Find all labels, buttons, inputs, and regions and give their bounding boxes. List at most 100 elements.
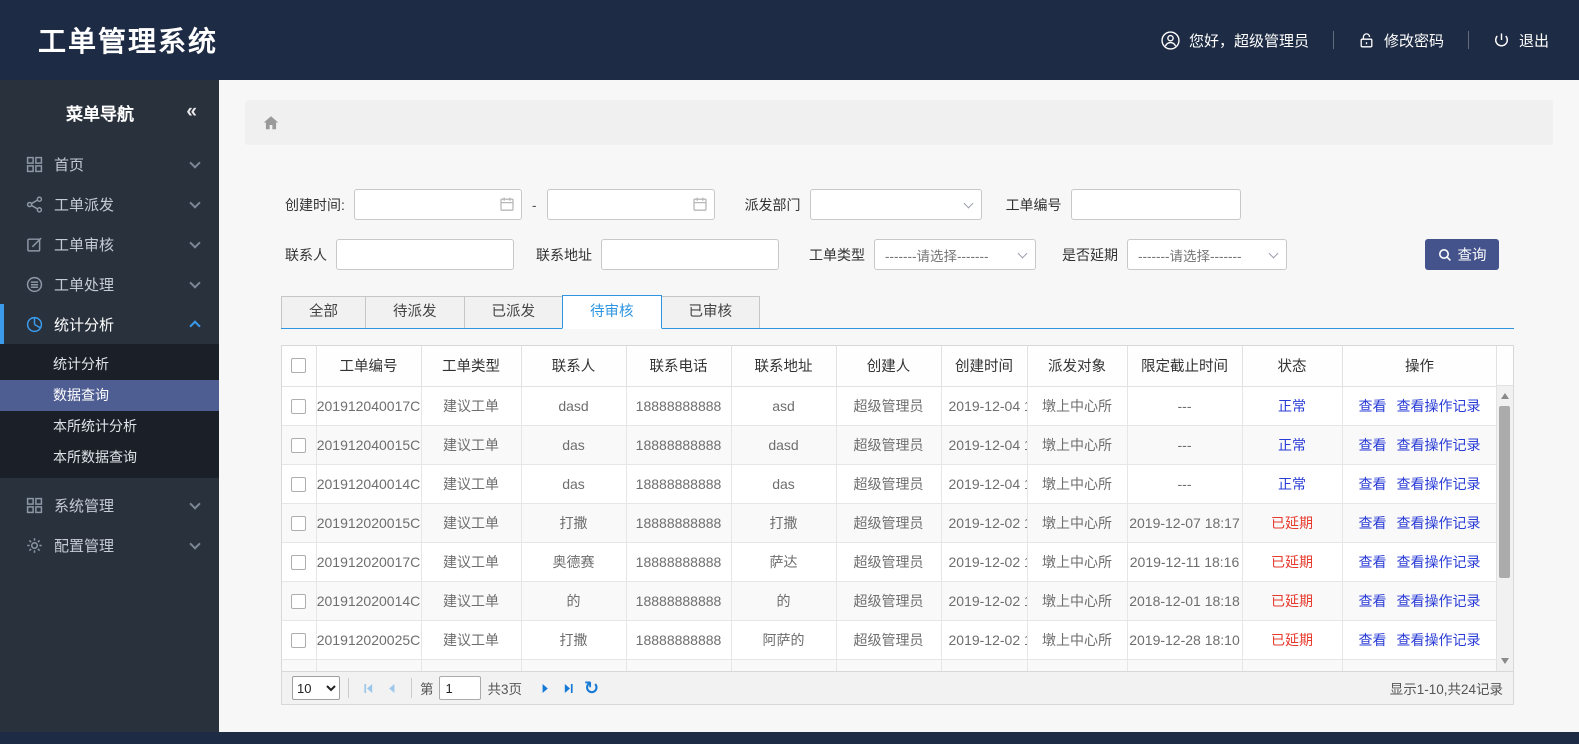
- cell-type: 建议工单: [420, 619, 522, 660]
- row-checkbox[interactable]: [291, 632, 307, 648]
- sidebar-header: 菜单导航 «: [0, 80, 219, 144]
- view-link[interactable]: 查看: [1359, 437, 1387, 453]
- logout-button[interactable]: 退出: [1493, 30, 1549, 51]
- change-password-button[interactable]: 修改密码: [1358, 30, 1444, 51]
- chevron-down-icon: [1268, 248, 1279, 258]
- sidebar-item-system[interactable]: 系统管理: [0, 485, 219, 525]
- refresh-icon[interactable]: ↻: [584, 679, 599, 697]
- cell-creator: 超级管理员: [835, 463, 942, 504]
- sidebar-item-label: 系统管理: [54, 497, 115, 515]
- row-checkbox[interactable]: [291, 476, 307, 492]
- address-input[interactable]: [601, 239, 779, 270]
- home-icon[interactable]: [262, 114, 280, 132]
- share-icon: [26, 195, 43, 213]
- view-log-link[interactable]: 查看操作记录: [1397, 476, 1481, 492]
- sidebar: 菜单导航 « 首页 工单派发 工单审核 工单处理 统计分析 统计分析 数据查询 …: [0, 80, 219, 732]
- calendar-icon[interactable]: [692, 196, 708, 212]
- order-no-input[interactable]: [1070, 189, 1241, 220]
- view-log-link[interactable]: 查看操作记录: [1397, 554, 1481, 570]
- cell-empty: [940, 658, 1028, 671]
- page-size-select[interactable]: 10: [292, 676, 340, 700]
- scroll-up-icon[interactable]: [1501, 393, 1509, 399]
- date-from-input[interactable]: [353, 189, 522, 220]
- cell-type: 建议工单: [420, 580, 522, 621]
- user-greeting[interactable]: 您好，超级管理员: [1161, 30, 1309, 51]
- tab-pending-review[interactable]: 待审核: [562, 295, 662, 329]
- cell-address: dasd: [730, 424, 837, 465]
- row-checkbox[interactable]: [291, 398, 307, 414]
- sidebar-subitem-branch-stats[interactable]: 本所统计分析: [0, 411, 219, 442]
- last-page-button[interactable]: [557, 679, 580, 698]
- view-link[interactable]: 查看: [1359, 554, 1387, 570]
- tab-dispatched[interactable]: 已派发: [463, 296, 563, 328]
- search-button[interactable]: 查询: [1425, 239, 1499, 270]
- date-to-input[interactable]: [546, 189, 715, 220]
- work-order-table: 工单编号 工单类型 联系人 联系电话 联系地址 创建人 创建时间 派发对象 限定…: [281, 345, 1514, 672]
- tab-all[interactable]: 全部: [281, 296, 366, 328]
- order-type-select[interactable]: -------请选择-------: [874, 239, 1036, 270]
- view-link[interactable]: 查看: [1359, 632, 1387, 648]
- view-log-link[interactable]: 查看操作记录: [1397, 515, 1481, 531]
- view-log-link[interactable]: 查看操作记录: [1397, 632, 1481, 648]
- tab-pending-dispatch[interactable]: 待派发: [365, 296, 465, 328]
- select-all-checkbox[interactable]: [291, 358, 307, 374]
- cell-creator: 超级管理员: [835, 580, 942, 621]
- prev-page-button[interactable]: [380, 679, 403, 698]
- view-link[interactable]: 查看: [1359, 476, 1387, 492]
- delay-select[interactable]: -------请选择-------: [1127, 239, 1287, 270]
- contact-input[interactable]: [336, 239, 514, 270]
- collapse-sidebar-icon[interactable]: «: [186, 101, 196, 123]
- table-row: 201912020015C 建议工单 打撒 18888888888 打撒 超级管理员 201…: [282, 502, 1498, 543]
- app-title: 工单管理系统: [38, 26, 219, 57]
- dispatch-dept-select[interactable]: [809, 189, 982, 220]
- page-number-input[interactable]: [438, 676, 481, 700]
- scrollbar-track[interactable]: [1497, 386, 1513, 671]
- view-log-link[interactable]: 查看操作记录: [1397, 398, 1481, 414]
- cell-created: 2019-12-02 17: [940, 619, 1028, 660]
- view-link[interactable]: 查看: [1359, 398, 1387, 414]
- contact-label: 联系人: [285, 246, 327, 263]
- address-label: 联系地址: [536, 246, 592, 263]
- cell-contact: 打撒: [520, 619, 627, 660]
- first-page-button[interactable]: [357, 679, 380, 698]
- sidebar-item-process[interactable]: 工单处理: [0, 264, 219, 304]
- power-icon: [1493, 32, 1510, 49]
- sidebar-subitem-stats-analysis[interactable]: 统计分析: [0, 349, 219, 380]
- cell-created: 2019-12-04 15: [940, 385, 1028, 426]
- bottom-bar: [0, 732, 1579, 744]
- cell-order_no: 201912040017C: [315, 385, 422, 426]
- next-page-button[interactable]: [534, 679, 557, 698]
- view-link[interactable]: 查看: [1359, 593, 1387, 609]
- cell-empty: [315, 658, 422, 671]
- sidebar-item-review[interactable]: 工单审核: [0, 224, 219, 264]
- sidebar-item-home[interactable]: 首页: [0, 144, 219, 184]
- sidebar-item-config[interactable]: 配置管理: [0, 525, 219, 565]
- actions-cell: 查看 查看操作记录: [1341, 502, 1498, 543]
- status-text: 正常: [1241, 424, 1343, 465]
- scroll-down-icon[interactable]: [1501, 658, 1509, 664]
- select-value: -------请选择-------: [1138, 248, 1242, 264]
- scrollbar-thumb[interactable]: [1499, 406, 1510, 578]
- sidebar-subitem-branch-data-query[interactable]: 本所数据查询: [0, 442, 219, 473]
- calendar-icon[interactable]: [499, 196, 515, 212]
- cell-created: 2019-12-02 16: [940, 502, 1028, 543]
- tab-reviewed[interactable]: 已审核: [660, 296, 760, 328]
- status-text: 已延期: [1241, 619, 1343, 660]
- sidebar-item-dispatch[interactable]: 工单派发: [0, 184, 219, 224]
- view-link[interactable]: 查看: [1359, 515, 1387, 531]
- sidebar-item-label: 统计分析: [54, 316, 115, 334]
- view-log-link[interactable]: 查看操作记录: [1397, 437, 1481, 453]
- row-checkbox[interactable]: [291, 437, 307, 453]
- row-checkbox[interactable]: [291, 593, 307, 609]
- sidebar-subitem-data-query[interactable]: 数据查询: [0, 380, 219, 411]
- view-log-link[interactable]: 查看操作记录: [1397, 593, 1481, 609]
- row-checkbox[interactable]: [291, 554, 307, 570]
- cell-creator: 超级管理员: [835, 619, 942, 660]
- main-content: 创建时间: - 派发部门 工单编号 联系人 联系地址 工单类型 -------请…: [219, 80, 1579, 732]
- row-checkbox[interactable]: [291, 515, 307, 531]
- records-summary: 显示1-10,共24记录: [1389, 682, 1503, 697]
- column-header: 联系地址: [730, 346, 837, 387]
- sidebar-item-stats[interactable]: 统计分析: [0, 304, 219, 344]
- cell-empty: [1126, 658, 1243, 671]
- table-scrollbar[interactable]: [1496, 346, 1513, 671]
